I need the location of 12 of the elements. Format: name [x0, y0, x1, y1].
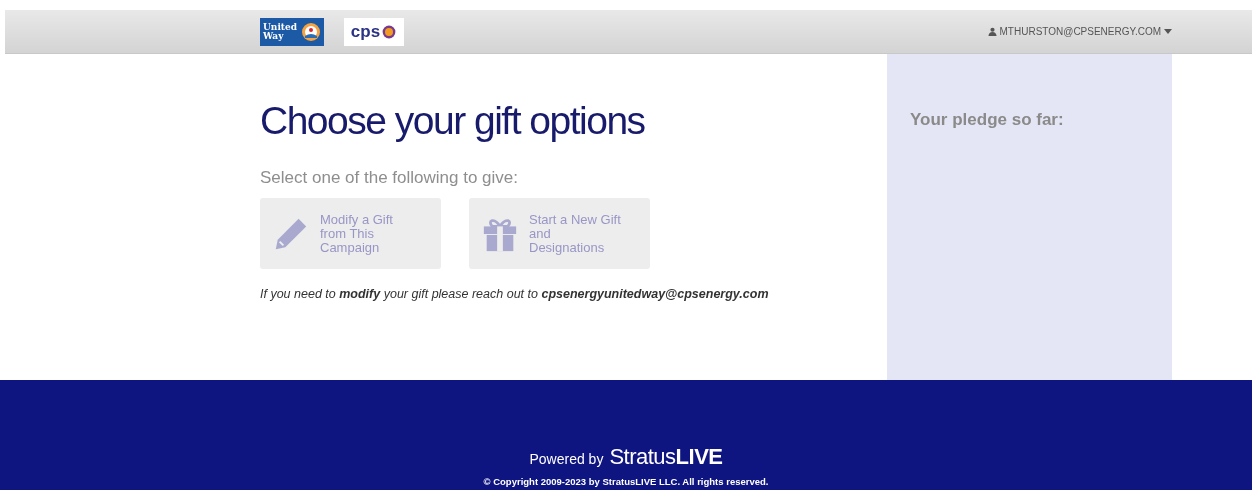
- caret-icon: [1164, 29, 1172, 34]
- united-way-logo[interactable]: United Way: [260, 17, 324, 46]
- user-icon: [987, 27, 997, 36]
- copyright-text: © Copyright 2009-2023 by StratusLIVE LLC. All rights reserved.: [483, 476, 769, 487]
- stratuslive-logo[interactable]: StratusLIVE: [609, 444, 723, 470]
- pledge-heading: Your pledge so far:: [910, 110, 1065, 130]
- instruction-text: Select one of the following to give:: [260, 168, 519, 188]
- contact-note: If you need to modify your gift please reach out to cpsenergyunitedway@cpsenergy.com: [260, 287, 770, 301]
- cps-logo[interactable]: cps: [344, 17, 404, 46]
- page-title: Choose your gift options: [260, 99, 646, 143]
- powered-by-text: Powered by: [529, 451, 604, 467]
- user-menu[interactable]: MTHURSTON@CPSENERGY.COM: [987, 26, 1172, 37]
